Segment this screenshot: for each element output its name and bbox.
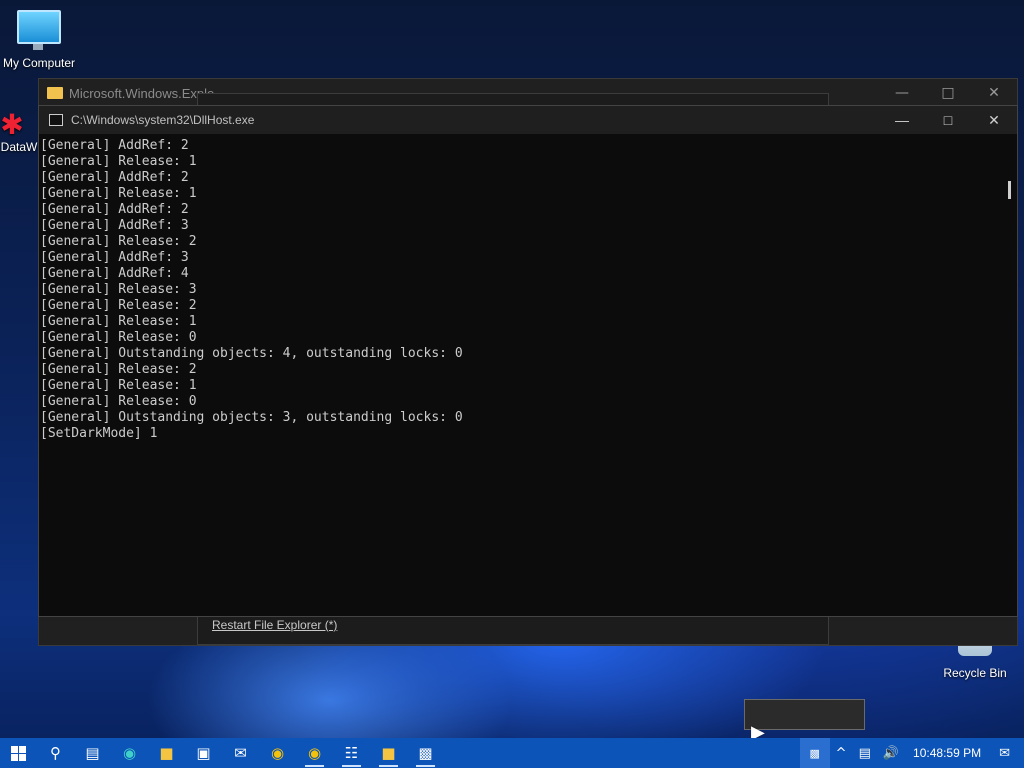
start-button[interactable] bbox=[0, 738, 37, 768]
computer-icon bbox=[17, 10, 61, 50]
search-icon: ⚲ bbox=[50, 744, 61, 762]
taskbar-app-store[interactable]: ▣ bbox=[185, 738, 222, 768]
console-window[interactable]: C:\Windows\system32\DllHost.exe — □ ✕ [G… bbox=[38, 105, 1018, 617]
clock[interactable]: 10:48:59 PM bbox=[905, 746, 993, 760]
desktop-icon-label: DataW bbox=[0, 140, 38, 154]
desktop-icon-my-computer[interactable]: My Computer bbox=[0, 10, 78, 70]
taskbar-app-chrome[interactable]: ◉ bbox=[259, 738, 296, 768]
scrollbar-thumb[interactable] bbox=[1008, 181, 1011, 199]
dataw-app-icon: ✱ bbox=[0, 110, 24, 140]
console-line: [General] Release: 1 bbox=[40, 314, 197, 329]
taskbar-app-notepad[interactable]: ☷ bbox=[333, 738, 370, 768]
taskbar-app-edge[interactable]: ◉ bbox=[111, 738, 148, 768]
restart-file-explorer-link[interactable]: Restart File Explorer (*) bbox=[212, 618, 337, 632]
volume-icon[interactable]: 🔊 bbox=[877, 746, 905, 761]
file-explorer-icon: ■ bbox=[381, 744, 396, 762]
console-output[interactable]: [General] AddRef: 2 [General] Release: 1[… bbox=[39, 136, 1001, 616]
notepad-icon: ☷ bbox=[344, 744, 359, 762]
notifications-icon[interactable]: ✉ bbox=[993, 746, 1024, 761]
app-tray-icon: ▩ bbox=[809, 746, 820, 760]
taskbar-app-file-explorer-2[interactable]: ■ bbox=[370, 738, 407, 768]
console-line: [General] AddRef: 2 bbox=[40, 170, 189, 185]
desktop-icon-label: My Computer bbox=[2, 56, 76, 70]
console-line: [General] AddRef: 2 bbox=[40, 138, 189, 153]
console-line: [General] AddRef: 3 bbox=[40, 250, 189, 265]
console-line: [General] Release: 2 bbox=[40, 298, 197, 313]
chrome-icon: ◉ bbox=[270, 744, 285, 762]
windows-logo-icon bbox=[11, 745, 26, 761]
task-view-icon: ▤ bbox=[85, 744, 100, 762]
console-line: [General] Release: 1 bbox=[40, 186, 197, 201]
system-tray: ▩ ^ ▤ 🔊 10:48:59 PM ✉ bbox=[799, 738, 1024, 768]
console-line: [General] Outstanding objects: 4, outsta… bbox=[40, 346, 463, 361]
taskbar-app-mail[interactable]: ✉ bbox=[222, 738, 259, 768]
file-explorer-icon: ■ bbox=[159, 744, 174, 762]
console-line: [General] AddRef: 4 bbox=[40, 266, 189, 281]
maximize-button[interactable]: □ bbox=[925, 106, 971, 134]
taskbar-app-file-explorer[interactable]: ■ bbox=[148, 738, 185, 768]
console-line: [General] Release: 1 bbox=[40, 154, 197, 169]
minimize-button[interactable]: — bbox=[879, 79, 925, 107]
console-line: [SetDarkMode] 1 bbox=[40, 426, 158, 441]
folder-icon bbox=[47, 87, 63, 99]
console-line: [General] AddRef: 2 bbox=[40, 202, 189, 217]
console-line: [General] Release: 2 bbox=[40, 362, 197, 377]
maximize-button[interactable]: □ bbox=[925, 79, 971, 107]
console-line: [General] AddRef: 3 bbox=[40, 218, 189, 233]
console-line: [General] Outstanding objects: 3, outsta… bbox=[40, 410, 463, 425]
close-button[interactable]: ✕ bbox=[971, 79, 1017, 107]
show-hidden-icons-chevron-icon[interactable]: ^ bbox=[830, 746, 853, 761]
edge-icon: ◉ bbox=[122, 744, 137, 762]
minimize-button[interactable]: — bbox=[879, 106, 925, 134]
taskbar-app-chrome-2[interactable]: ◉ bbox=[296, 738, 333, 768]
task-view-button[interactable]: ▤ bbox=[74, 738, 111, 768]
console-line: [General] Release: 0 bbox=[40, 394, 197, 409]
console-titlebar[interactable]: C:\Windows\system32\DllHost.exe — □ ✕ bbox=[39, 106, 1017, 134]
close-button[interactable]: ✕ bbox=[971, 106, 1017, 134]
console-window-title: C:\Windows\system32\DllHost.exe bbox=[71, 113, 255, 127]
explorer-window-title: Microsoft.Windows.Explo bbox=[69, 85, 215, 101]
network-icon[interactable]: ▤ bbox=[853, 746, 877, 761]
tray-app-button[interactable]: ▩ bbox=[799, 738, 830, 768]
console-icon: ▩ bbox=[418, 744, 433, 762]
console-line: [General] Release: 1 bbox=[40, 378, 197, 393]
console-scrollbar[interactable] bbox=[1001, 136, 1017, 616]
console-line: [General] Release: 3 bbox=[40, 282, 197, 297]
taskbar-app-console[interactable]: ▩ bbox=[407, 738, 444, 768]
store-icon: ▣ bbox=[196, 744, 211, 762]
chrome-icon: ◉ bbox=[307, 744, 322, 762]
taskbar: ⚲ ▤ ◉ ■ ▣ ✉ ◉ ◉ ☷ ■ ▩ ▩ ^ ▤ 🔊 10:48:59 P… bbox=[0, 738, 1024, 768]
console-icon bbox=[49, 114, 63, 126]
search-button[interactable]: ⚲ bbox=[37, 738, 74, 768]
console-line: [General] Release: 2 bbox=[40, 234, 197, 249]
desktop-icon-label: Recycle Bin bbox=[943, 666, 1007, 680]
desktop-icon-dataw[interactable]: ✱ DataW bbox=[0, 110, 38, 154]
mail-icon: ✉ bbox=[234, 744, 247, 762]
console-line: [General] Release: 0 bbox=[40, 330, 197, 345]
